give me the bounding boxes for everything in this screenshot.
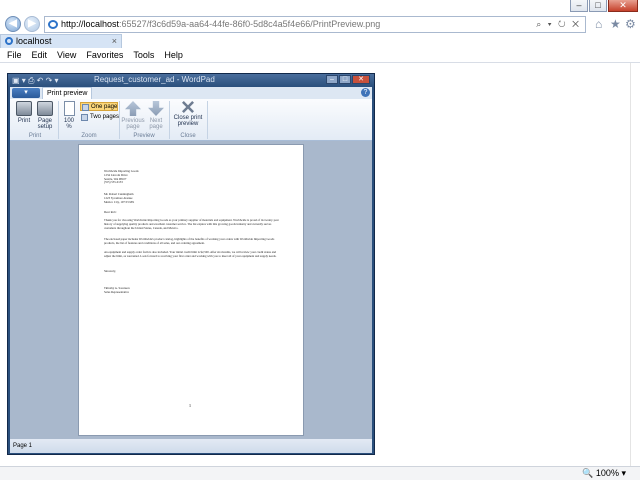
wordpad-title: Request_customer_ad - WordPad	[94, 75, 215, 84]
address-host: http://localhost	[61, 19, 120, 29]
ribbon-tab-strip: ▾ Print preview ?	[10, 87, 372, 99]
wordpad-status-bar: Page 1	[10, 439, 372, 453]
page-icon	[63, 101, 75, 116]
favorites-star-icon[interactable]: ★	[610, 17, 621, 31]
wordpad-titlebar: ▣ ▾ ⎙ ↶ ↷ ▾ Request_customer_ad - WordPa…	[8, 74, 374, 87]
signature-block: Timothy A. Sorenson Sales Representative	[104, 286, 130, 294]
vertical-scrollbar[interactable]	[630, 63, 640, 466]
back-arrow-icon: ◀	[9, 18, 17, 29]
zoom-100-button[interactable]: 100 %	[61, 101, 77, 130]
close-x-icon	[182, 101, 194, 113]
wordpad-window: ▣ ▾ ⎙ ↶ ↷ ▾ Request_customer_ad - WordPa…	[7, 73, 375, 455]
group-separator	[207, 101, 208, 139]
ie-logo-icon	[48, 20, 58, 29]
group-separator	[58, 101, 59, 139]
menu-edit[interactable]: Edit	[32, 50, 48, 60]
one-page-icon	[82, 104, 89, 111]
close-tab-icon[interactable]: ×	[112, 35, 117, 47]
two-pages-icon	[81, 114, 88, 121]
menu-file[interactable]: File	[7, 50, 22, 60]
preview-area[interactable]: Worldwide Importing Goods 1234 Lincoln D…	[10, 141, 372, 439]
wp-maximize-button[interactable]: □	[339, 75, 351, 84]
wp-close-button[interactable]: ✕	[352, 75, 370, 84]
down-arrow-icon	[148, 101, 164, 116]
preview-page: Worldwide Importing Goods 1234 Lincoln D…	[78, 144, 304, 436]
browser-status-bar: 🔍 100% ▾	[0, 466, 640, 480]
home-icon[interactable]: ⌂	[595, 17, 602, 31]
help-icon[interactable]: ?	[361, 88, 370, 97]
page-number: 1	[189, 403, 191, 408]
menu-tools[interactable]: Tools	[133, 50, 154, 60]
closing: Sincerely,	[104, 269, 116, 273]
print-button[interactable]: Print	[14, 101, 34, 124]
menu-bar: File Edit View Favorites Tools Help	[0, 48, 640, 63]
printer-icon	[16, 101, 32, 116]
settings-gear-icon[interactable]: ⚙	[625, 17, 636, 31]
page-setup-button[interactable]: Page setup	[34, 101, 56, 130]
zoom-magnifier-icon: 🔍	[582, 468, 594, 478]
group-print-label: Print	[28, 133, 42, 139]
page-indicator: Page 1	[13, 443, 33, 449]
minimize-button[interactable]: –	[570, 0, 588, 12]
forward-arrow-icon: ▶	[28, 18, 36, 29]
forward-button[interactable]: ▶	[24, 16, 40, 32]
chevron-down-icon: ▾	[621, 468, 626, 478]
tab-strip: localhost ×	[0, 34, 640, 48]
menu-favorites[interactable]: Favorites	[86, 50, 123, 60]
address-tools-icons[interactable]: ⌕ ▾ ↻ ✕	[536, 17, 581, 32]
up-arrow-icon	[125, 101, 141, 116]
tab-print-preview[interactable]: Print preview	[42, 87, 93, 99]
zoom-level: 100%	[595, 468, 619, 478]
app-menu-button[interactable]: ▾	[12, 88, 40, 98]
maximize-button[interactable]: □	[589, 0, 607, 12]
tab-label: localhost	[16, 36, 52, 46]
menu-help[interactable]: Help	[164, 50, 183, 60]
ribbon: Print Page setup Print 100 % One page Tw…	[10, 99, 372, 141]
salutation: Dear Rob:	[104, 210, 117, 214]
next-page-button[interactable]: Next page	[146, 101, 166, 130]
group-separator	[169, 101, 170, 139]
ie-logo-icon	[5, 37, 13, 45]
wp-minimize-button[interactable]: –	[326, 75, 338, 84]
one-page-button[interactable]: One page	[80, 102, 119, 111]
navigation-bar: ◀ ▶ http://localhost:65527/f3c6d59a-aa64…	[0, 14, 640, 34]
group-close-label: Close	[180, 133, 196, 139]
page-setup-icon	[37, 101, 53, 116]
previous-page-button[interactable]: Previous page	[121, 101, 145, 130]
menu-view[interactable]: View	[57, 50, 76, 60]
zoom-control[interactable]: 🔍 100% ▾	[582, 468, 626, 479]
group-zoom-label: Zoom	[81, 133, 97, 139]
group-separator	[119, 101, 120, 139]
sender-address: Worldwide Importing Goods 1234 Lincoln D…	[104, 169, 139, 185]
body-paragraph-3: An equipment and supply order form is al…	[104, 250, 277, 258]
body-paragraph-2: The enclosed paper includes Worldwide's …	[104, 237, 275, 245]
address-path: :65527/f3c6d59a-aa64-44fe-86f0-5d8c4a5f4…	[119, 19, 381, 29]
recipient-address: Mr. Robert Cunningham 1223 Sycamore Aven…	[104, 192, 135, 204]
close-print-preview-button[interactable]: Close print preview	[171, 101, 205, 127]
close-window-button[interactable]: ✕	[608, 0, 638, 12]
body-paragraph-1: Thank you for choosing Worldwide Importi…	[104, 218, 279, 230]
address-bar[interactable]: http://localhost:65527/f3c6d59a-aa64-44f…	[44, 16, 586, 33]
tab-localhost[interactable]: localhost ×	[0, 34, 122, 48]
browser-titlebar: – □ ✕	[0, 0, 640, 14]
back-button[interactable]: ◀	[5, 16, 21, 32]
quick-access-toolbar[interactable]: ▣ ▾ ⎙ ↶ ↷ ▾	[12, 76, 59, 86]
group-preview-label: Preview	[133, 133, 155, 139]
two-pages-button[interactable]: Two pages	[80, 113, 119, 122]
